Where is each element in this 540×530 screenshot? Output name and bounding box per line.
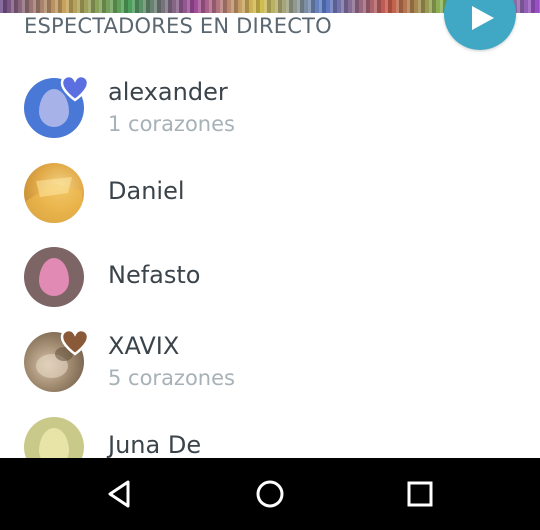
- play-button[interactable]: [444, 0, 516, 50]
- viewer-item[interactable]: alexander 1 corazones: [0, 68, 540, 148]
- section-title: ESPECTADORES EN DIRECTO: [24, 14, 332, 38]
- viewer-item[interactable]: XAVIX 5 corazones: [0, 322, 540, 402]
- back-triangle-icon[interactable]: [104, 478, 136, 510]
- heart-badge-icon: [60, 74, 90, 102]
- hearts-count: 1 corazones: [108, 112, 235, 136]
- avatar: [24, 163, 84, 223]
- recents-square-icon[interactable]: [404, 478, 436, 510]
- viewer-item[interactable]: Daniel: [0, 153, 540, 233]
- home-circle-icon[interactable]: [254, 478, 286, 510]
- viewer-name: Nefasto: [108, 261, 201, 289]
- hearts-count: 5 corazones: [108, 366, 235, 390]
- viewer-item[interactable]: Nefasto: [0, 237, 540, 317]
- photo-avatar-icon: [26, 177, 82, 223]
- avatar: [24, 247, 84, 307]
- viewer-name: alexander: [108, 78, 228, 106]
- egg-avatar-icon: [39, 258, 69, 296]
- play-icon: [472, 6, 494, 30]
- system-navigation-bar: [0, 458, 540, 530]
- viewer-name: Daniel: [108, 177, 185, 205]
- heart-badge-icon: [60, 328, 90, 356]
- viewer-name: XAVIX: [108, 332, 180, 360]
- viewer-name: Juna De: [108, 431, 202, 459]
